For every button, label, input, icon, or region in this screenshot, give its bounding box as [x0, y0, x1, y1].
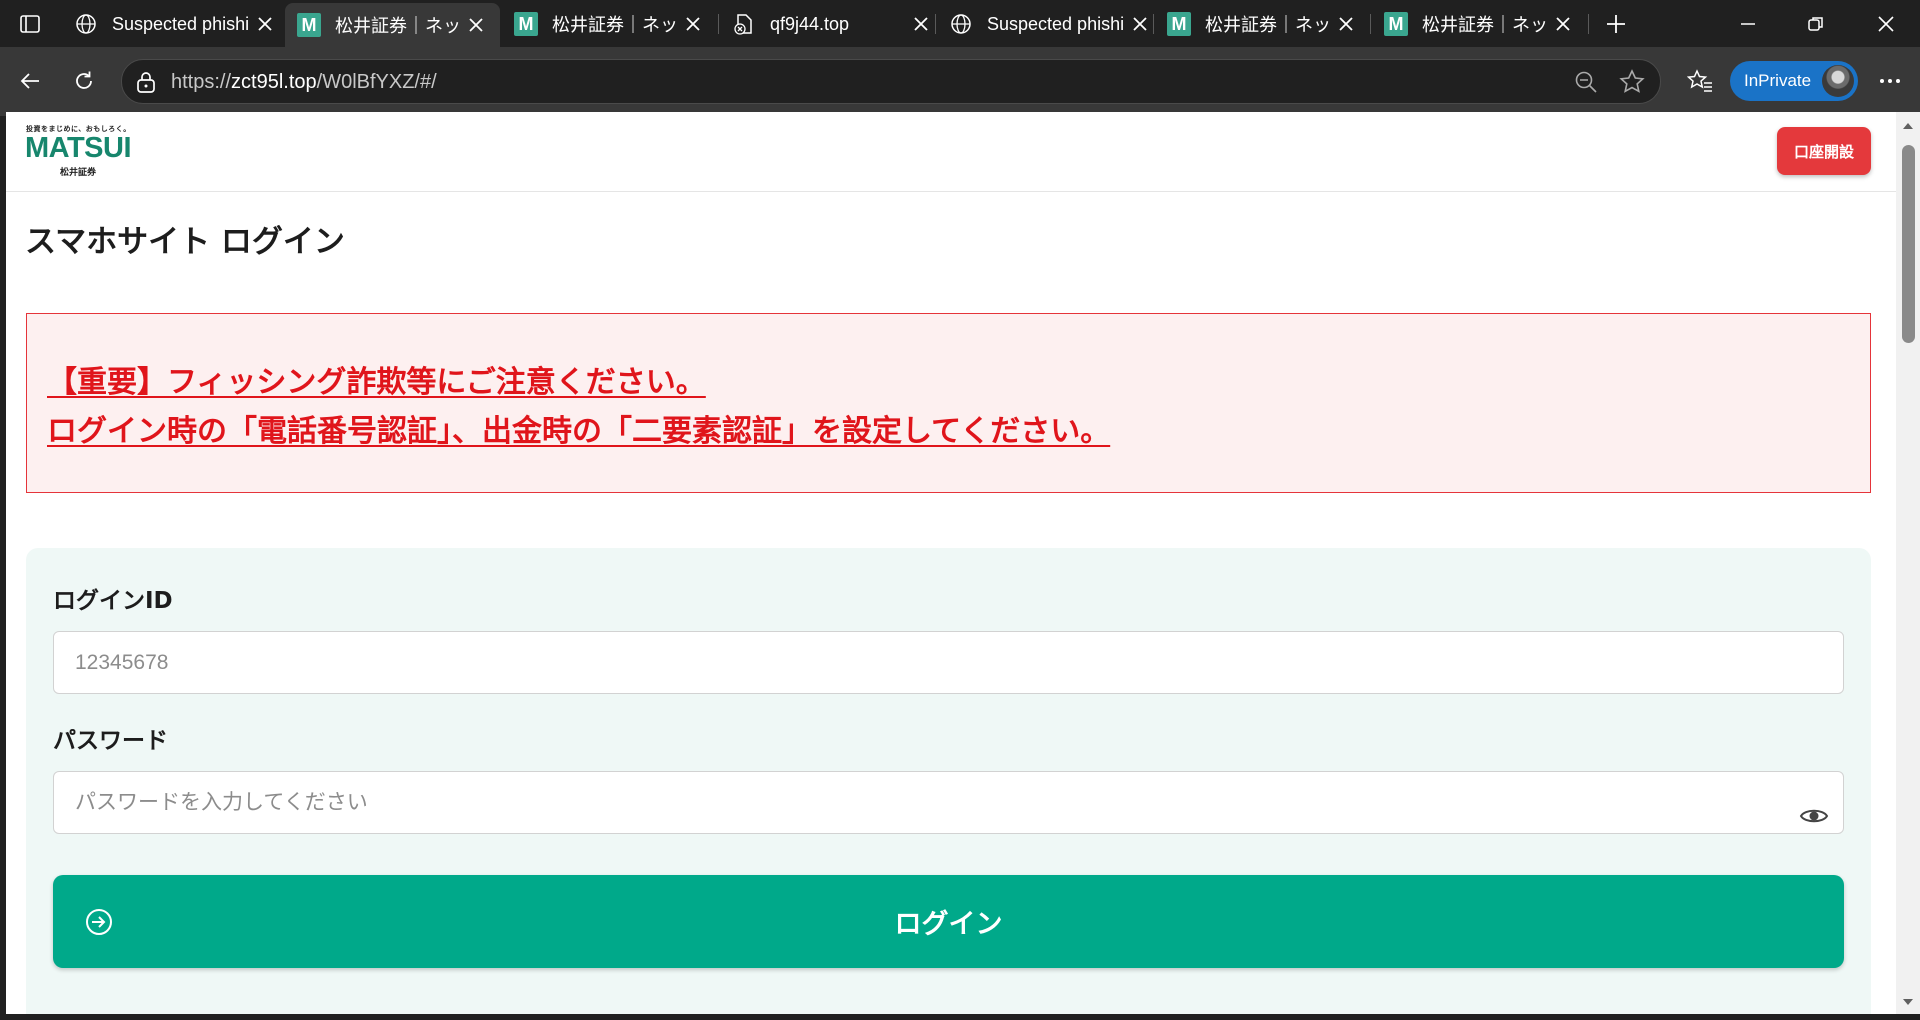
matsui-favicon-icon: M — [514, 12, 538, 36]
tab-separator — [718, 14, 719, 34]
globe-icon — [949, 12, 973, 36]
login-button[interactable]: ログイン — [53, 875, 1844, 968]
tab-separator — [1588, 14, 1589, 34]
error-page-icon — [732, 12, 756, 36]
tab-separator — [935, 14, 936, 34]
tab-matsui-2[interactable]: M 松井証券｜ネット証券 — [502, 4, 714, 44]
refresh-icon — [76, 71, 92, 89]
tab-actions-icon — [20, 15, 40, 33]
password-label: パスワード — [53, 728, 168, 754]
restore-icon — [1808, 17, 1823, 31]
login-arrow-icon — [83, 906, 115, 938]
tab-title: 松井証券｜ネット証券 — [1422, 15, 1548, 35]
login-button-label: ログイン — [894, 909, 1003, 940]
page-viewport: 投資をまじめに、おもしろく。 MATSUI 松井証券 口座開設 スマホサイト ロ… — [6, 112, 1920, 1014]
globe-icon — [74, 12, 98, 36]
page-title: スマホサイト ログイン — [25, 224, 345, 260]
lock-icon[interactable] — [135, 70, 157, 98]
close-icon — [1878, 16, 1894, 32]
tab-qf9j44[interactable]: qf9j44.top — [720, 4, 932, 44]
warning-line-1[interactable]: 【重要】フィッシング詐欺等にご注意ください。 — [47, 357, 706, 401]
favorites-button[interactable] — [1680, 61, 1720, 101]
tab-close-icon[interactable] — [1335, 13, 1357, 35]
minimize-icon — [1741, 23, 1755, 25]
matsui-logo[interactable]: 投資をまじめに、おもしろく。 MATSUI 松井証券 — [25, 124, 145, 184]
browser-tab-bar: Suspected phishing M 松井証券｜ネット証券 M 松井証券｜ネ… — [0, 0, 1920, 47]
inprivate-label: InPrivate — [1744, 71, 1812, 90]
scroll-down-arrow-icon[interactable] — [1902, 998, 1914, 1008]
refresh-button[interactable] — [64, 61, 104, 101]
back-button[interactable] — [10, 61, 50, 101]
tab-close-icon[interactable] — [254, 13, 276, 35]
scrollbar-thumb[interactable] — [1902, 145, 1915, 343]
show-password-eye-icon[interactable] — [1797, 803, 1831, 829]
tab-suspected-phishing-1[interactable]: Suspected phishing — [62, 4, 276, 44]
tab-title: qf9j44.top — [770, 13, 850, 34]
page-scrollbar[interactable] — [1896, 112, 1920, 1014]
more-dots-icon — [1880, 79, 1900, 83]
plus-icon — [1607, 15, 1625, 33]
login-id-label: ログインID — [53, 588, 173, 614]
tab-close-icon[interactable] — [1129, 13, 1151, 35]
settings-more-button[interactable] — [1870, 61, 1910, 101]
site-header: 投資をまじめに、おもしろく。 MATSUI 松井証券 口座開設 — [6, 112, 1896, 192]
address-bar[interactable]: https://zct95l.top/W0lBfYXZ/#/ — [121, 59, 1661, 104]
browser-toolbar: https://zct95l.top/W0lBfYXZ/#/ InPrivate — [0, 47, 1920, 116]
tab-matsui-active[interactable]: M 松井証券｜ネット証券 — [285, 3, 500, 47]
password-input[interactable] — [53, 771, 1844, 834]
url-text[interactable]: https://zct95l.top/W0lBfYXZ/#/ — [171, 71, 437, 94]
tab-close-icon[interactable] — [910, 13, 932, 35]
tab-title: Suspected phishing — [112, 13, 250, 34]
warning-line-2[interactable]: ログイン時の「電話番号認証」、出金時の「二要素認証」を設定してください。 — [47, 406, 1110, 450]
login-id-input[interactable] — [53, 631, 1844, 694]
restore-button[interactable] — [1796, 4, 1836, 44]
zoom-out-icon[interactable] — [1574, 70, 1598, 98]
tab-title: Suspected phishing — [987, 13, 1125, 34]
phishing-warning-box: 【重要】フィッシング詐欺等にご注意ください。 ログイン時の「電話番号認証」、出金… — [26, 313, 1871, 493]
login-form: ログインID パスワード ログイン — [26, 548, 1871, 1014]
close-window-button[interactable] — [1866, 4, 1906, 44]
tab-title: 松井証券｜ネット証券 — [335, 16, 461, 36]
tab-suspected-phishing-2[interactable]: Suspected phishing — [937, 4, 1151, 44]
tab-close-icon[interactable] — [465, 14, 487, 36]
matsui-favicon-icon: M — [297, 13, 321, 37]
tab-title: 松井証券｜ネット証券 — [1205, 15, 1331, 35]
tab-close-icon[interactable] — [682, 13, 704, 35]
avatar — [1822, 65, 1854, 97]
matsui-favicon-icon: M — [1167, 12, 1191, 36]
logo-brand: MATSUI — [25, 132, 132, 164]
new-tab-button[interactable] — [1596, 4, 1636, 44]
tab-actions-button[interactable] — [10, 4, 50, 44]
tab-title: 松井証券｜ネット証券 — [552, 15, 678, 35]
tab-matsui-3[interactable]: M 松井証券｜ネット証券 — [1155, 4, 1367, 44]
tab-matsui-4[interactable]: M 松井証券｜ネット証券 — [1372, 4, 1584, 44]
tab-separator — [1153, 14, 1154, 34]
logo-brand-sub: 松井証券 — [60, 168, 97, 178]
inprivate-badge[interactable]: InPrivate — [1730, 61, 1858, 101]
favorite-star-icon[interactable] — [1619, 69, 1645, 99]
favorites-list-icon — [1687, 69, 1712, 92]
open-account-button[interactable]: 口座開設 — [1777, 127, 1871, 175]
tab-close-icon[interactable] — [1552, 13, 1574, 35]
matsui-favicon-icon: M — [1384, 12, 1408, 36]
scroll-up-arrow-icon[interactable] — [1902, 120, 1914, 130]
minimize-button[interactable] — [1728, 4, 1768, 44]
tab-separator — [1370, 14, 1371, 34]
back-arrow-icon — [20, 73, 39, 89]
